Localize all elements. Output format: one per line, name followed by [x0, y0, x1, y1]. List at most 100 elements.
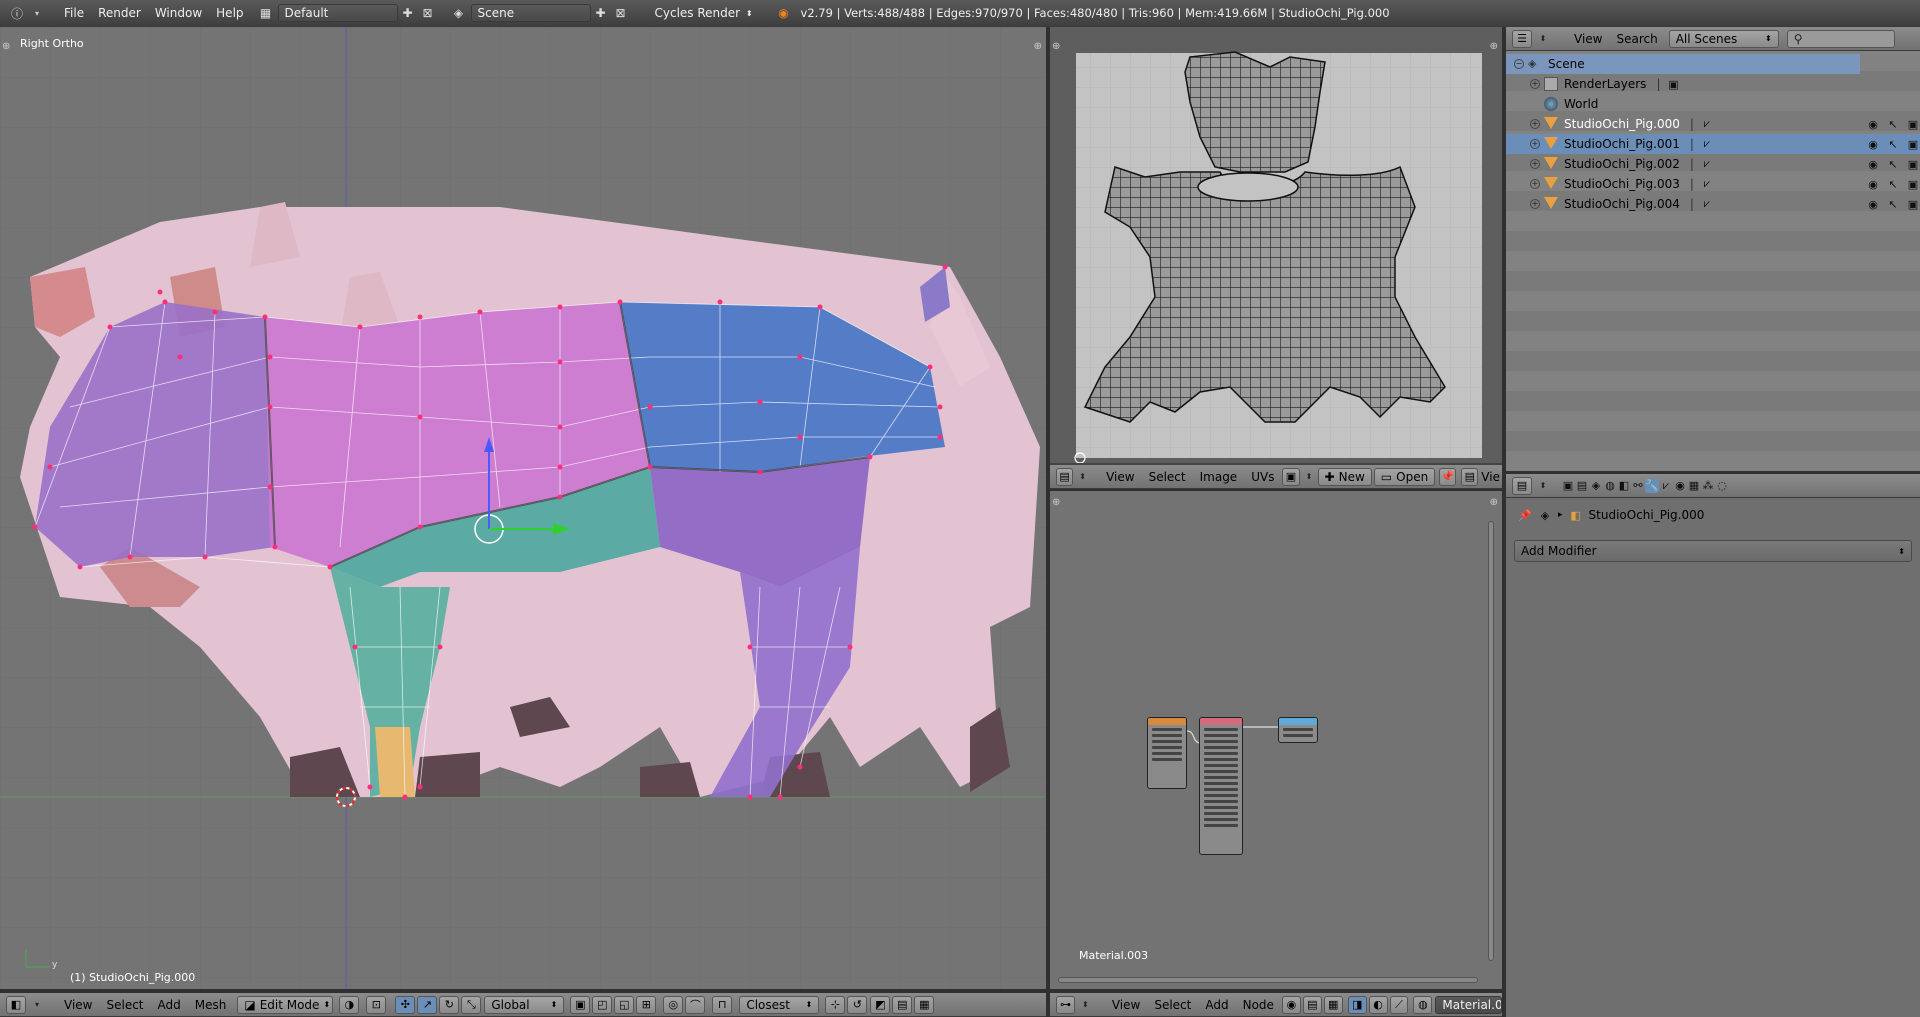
area-separator[interactable]	[1050, 989, 1502, 993]
area-separator[interactable]	[1502, 27, 1506, 1017]
editor-type-icon[interactable]: ▤	[1512, 476, 1532, 495]
uv-editor[interactable]: ⊕ ⊕	[1050, 27, 1502, 463]
snap-icon[interactable]: ⊓	[712, 995, 733, 1014]
selectable-cursor-icon[interactable]: ↖	[1886, 117, 1900, 131]
menu-view[interactable]: View	[57, 998, 99, 1012]
menu-window[interactable]: Window	[148, 6, 209, 20]
expand-icon[interactable]: +	[1530, 159, 1540, 169]
display-mode-select[interactable]: All Scenes ⬍	[1668, 29, 1779, 48]
outliner-row-object[interactable]: + StudioOchi_Pig.001 | ⩗ ◉ ↖ ▣	[1506, 134, 1920, 154]
area-separator[interactable]	[1046, 27, 1050, 1017]
menu-add[interactable]: Add	[1198, 998, 1235, 1012]
corner-plus-icon-right[interactable]: ⊕	[1490, 497, 1498, 508]
area-separator[interactable]	[0, 989, 1046, 993]
line-style-icon[interactable]: ⟋	[1389, 995, 1409, 1014]
scrollbar-horizontal[interactable]	[1058, 977, 1478, 983]
layout-field[interactable]: Default	[277, 4, 398, 22]
falloff-icon[interactable]: ⌒	[685, 995, 706, 1014]
properties-editor[interactable]: 📌 ◈ ▸ ◧ StudioOchi_Pig.000 Add Modifier …	[1506, 498, 1920, 1017]
editor-type-icon[interactable]: ⊶	[1056, 995, 1075, 1014]
visibility-eye-icon[interactable]: ◉	[1866, 197, 1880, 211]
remove-scene-icon[interactable]: ⊠	[612, 4, 630, 22]
selectable-cursor-icon[interactable]: ↖	[1886, 197, 1900, 211]
menu-help[interactable]: Help	[209, 6, 250, 20]
scene-icon[interactable]: ◈	[450, 4, 468, 22]
pivot-icon[interactable]: ⊡	[366, 995, 387, 1014]
selectable-cursor-icon[interactable]: ↖	[1886, 137, 1900, 151]
render-camera-icon[interactable]: ▣	[1906, 137, 1920, 151]
outliner-row-world[interactable]: World	[1506, 94, 1920, 114]
material-browse-icon[interactable]: ◍	[1413, 995, 1433, 1014]
viewport-canvas[interactable]: y	[0, 27, 1046, 989]
menu-add[interactable]: Add	[151, 998, 188, 1012]
node-editor[interactable]: Material.003 ⊕ ⊕	[1050, 491, 1502, 989]
expand-icon[interactable]: +	[1530, 179, 1540, 189]
render-still-icon[interactable]: ◩	[870, 995, 891, 1014]
search-input[interactable]: ⚲	[1786, 29, 1895, 48]
outliner[interactable]: − ◈ Scene + RenderLayers | ▣ World + Stu…	[1506, 51, 1920, 471]
render-camera-icon[interactable]: ▣	[1906, 177, 1920, 191]
vertex-select-icon[interactable]: ◰	[592, 995, 613, 1014]
menu-view[interactable]: View	[1567, 32, 1609, 46]
orientation-select[interactable]: Global ⬍	[484, 995, 565, 1014]
corner-plus-icon-right[interactable]: ⊕	[1490, 41, 1498, 52]
data-tab-icon[interactable]: ⩗	[1659, 479, 1673, 493]
constraints-tab-icon[interactable]: ⚯	[1631, 479, 1645, 493]
object-tab-icon[interactable]: ◧	[1617, 479, 1631, 493]
snap-target-select[interactable]: Closest ⬍	[739, 995, 820, 1014]
outliner-row-renderlayers[interactable]: + RenderLayers | ▣	[1506, 74, 1920, 94]
render-layers-tab-icon[interactable]: ▤	[1575, 479, 1589, 493]
layout-grid-icon[interactable]: ▦	[257, 4, 275, 22]
visibility-eye-icon[interactable]: ◉	[1866, 137, 1880, 151]
texture-tab-icon[interactable]: ▦	[1687, 479, 1701, 493]
expand-icon[interactable]: +	[1530, 139, 1540, 149]
menu-render[interactable]: Render	[91, 6, 148, 20]
compositor-nodes-icon[interactable]: ▤	[1302, 995, 1322, 1014]
3d-viewport[interactable]: y Right Ortho (1) StudioOchi_Pig.000 ⊕ ⊕	[0, 27, 1046, 989]
expand-icon[interactable]: +	[1530, 119, 1540, 129]
world-shader-icon[interactable]: ◐	[1368, 995, 1388, 1014]
menu-view[interactable]: View	[1105, 998, 1147, 1012]
pin-icon[interactable]: 📌	[1439, 467, 1457, 486]
corner-plus-icon[interactable]: ⊕	[2, 41, 10, 52]
menu-select[interactable]: Select	[1147, 998, 1198, 1012]
object-shader-icon[interactable]: ◨	[1347, 995, 1367, 1014]
physics-tab-icon[interactable]: ◌	[1715, 479, 1729, 493]
add-scene-icon[interactable]: ✚	[592, 4, 610, 22]
image-texture-node[interactable]	[1147, 717, 1187, 789]
edge-select-icon[interactable]: ◱	[614, 995, 635, 1014]
editor-type-icon[interactable]: ☰	[1512, 29, 1532, 48]
outliner-row-object[interactable]: + StudioOchi_Pig.004 | ⩗ ◉ ↖ ▣	[1506, 194, 1920, 214]
outliner-row-object[interactable]: + StudioOchi_Pig.002 | ⩗ ◉ ↖ ▣	[1506, 154, 1920, 174]
mode-select[interactable]: ◪ Edit Mode ⬍	[237, 995, 334, 1014]
corner-plus-icon-right[interactable]: ⊕	[1034, 41, 1042, 52]
render-image-icon[interactable]: ▤	[892, 995, 913, 1014]
expand-icon[interactable]: +	[1530, 199, 1540, 209]
view-cut-label[interactable]: Vie	[1479, 470, 1502, 484]
menu-node[interactable]: Node	[1236, 998, 1281, 1012]
scene-field[interactable]: Scene	[470, 4, 591, 22]
material-tab-icon[interactable]: ◉	[1673, 479, 1687, 493]
area-separator[interactable]	[1506, 471, 1920, 474]
scrollbar-vertical[interactable]	[1488, 521, 1494, 961]
shader-nodes-icon[interactable]: ◉	[1281, 995, 1301, 1014]
world-tab-icon[interactable]: ◍	[1603, 479, 1617, 493]
expand-icon[interactable]: +	[1530, 79, 1540, 89]
remove-layout-icon[interactable]: ⊠	[419, 4, 437, 22]
outliner-row-scene[interactable]: − ◈ Scene	[1506, 54, 1860, 74]
corner-plus-icon[interactable]: ⊕	[1052, 497, 1060, 508]
proportional-edit-icon[interactable]: ◎	[663, 995, 684, 1014]
outliner-row-object[interactable]: + StudioOchi_Pig.000 | ⩗ ◉ ↖ ▣	[1506, 114, 1920, 134]
open-image-button[interactable]: ▭ Open	[1373, 467, 1436, 486]
scale-icon[interactable]: ⤡	[461, 995, 482, 1014]
pin-icon[interactable]: 📌	[1518, 508, 1532, 522]
texture-nodes-icon[interactable]: ▦	[1323, 995, 1343, 1014]
render-camera-icon[interactable]: ▣	[1906, 117, 1920, 131]
editor-type-icon[interactable]: ▤	[1056, 467, 1074, 486]
menu-file[interactable]: File	[57, 6, 91, 20]
uv-canvas[interactable]	[1050, 27, 1502, 463]
info-editor-icon[interactable]: ⓘ	[8, 4, 26, 22]
menu-mesh[interactable]: Mesh	[188, 998, 234, 1012]
add-layout-icon[interactable]: ✚	[399, 4, 417, 22]
visibility-eye-icon[interactable]: ◉	[1866, 117, 1880, 131]
